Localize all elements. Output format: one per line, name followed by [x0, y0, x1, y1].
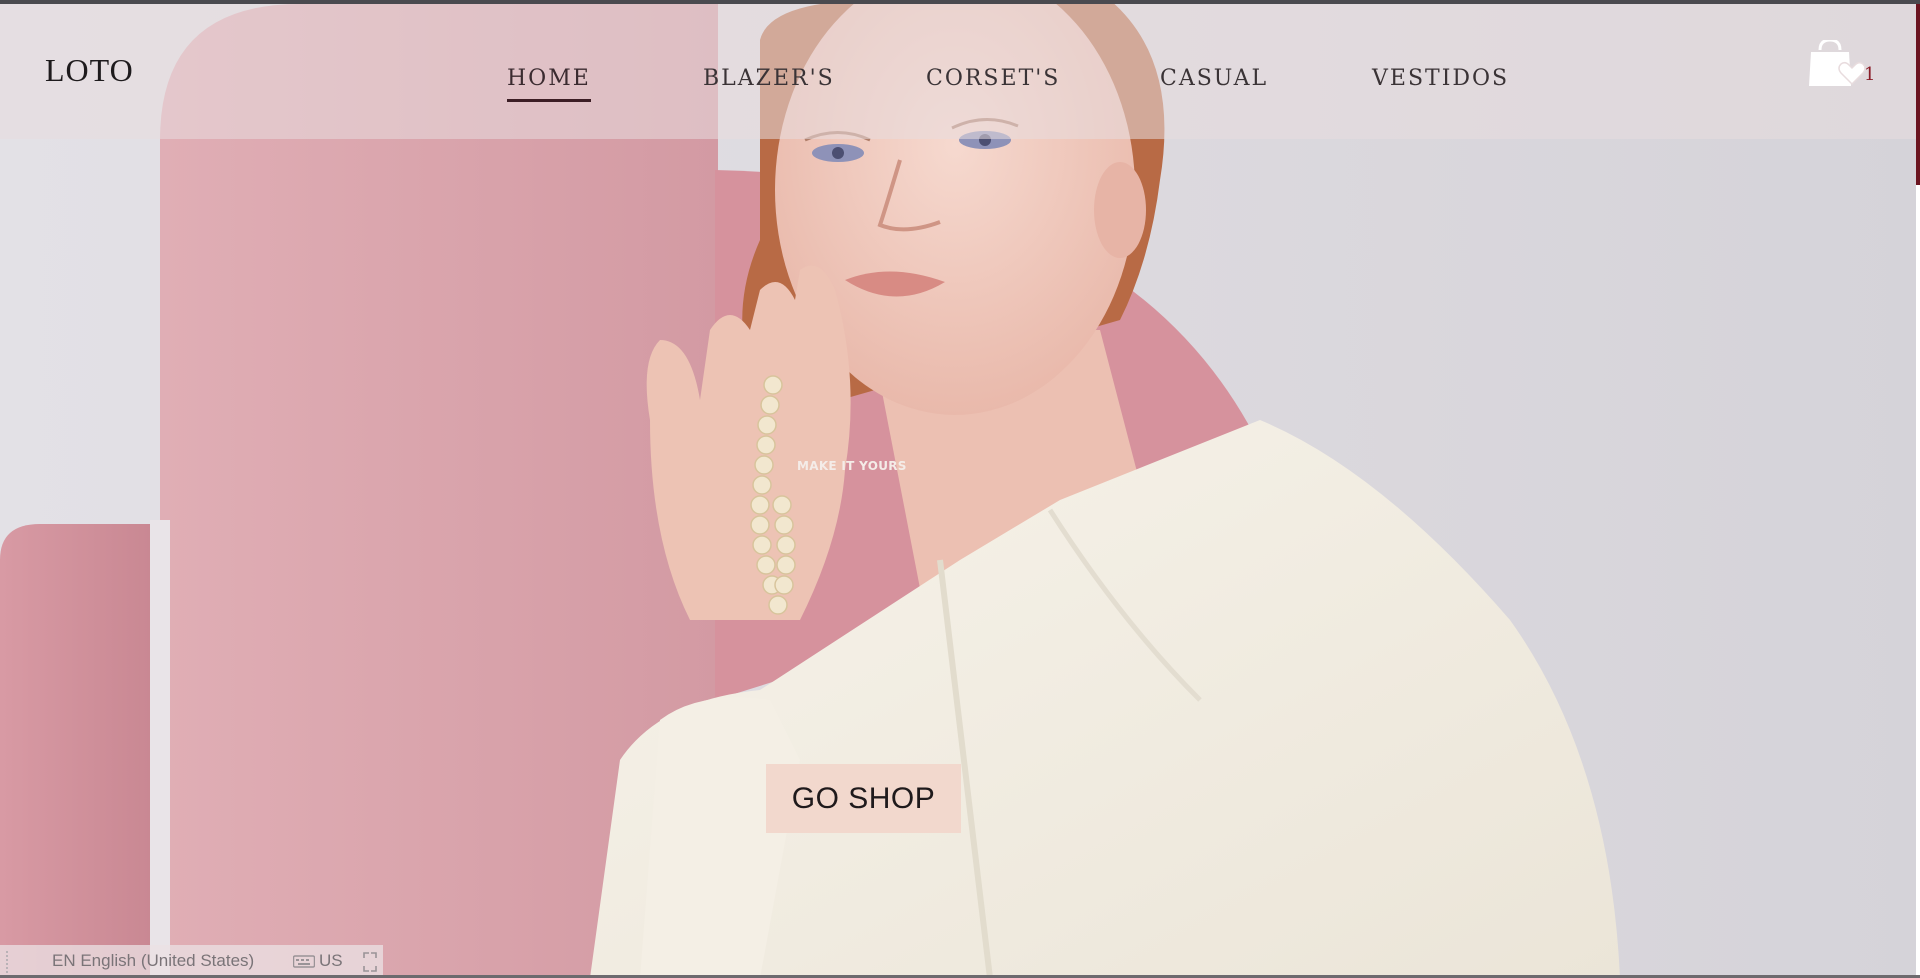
- hero-tagline: MAKE IT YOURS: [797, 459, 907, 473]
- nav-item-label: BLAZER'S: [703, 66, 835, 91]
- nav-item-label: CORSET'S: [926, 66, 1061, 91]
- drag-handle[interactable]: [6, 951, 11, 973]
- page: LOTO HOME BLAZER'S CORSET'S CASUAL VESTI…: [0, 0, 1920, 978]
- site-logo[interactable]: LOTO: [45, 52, 134, 89]
- keyboard-layout-label[interactable]: US: [319, 951, 343, 971]
- cart-count-badge: 1: [1864, 64, 1876, 85]
- cart-button[interactable]: [1808, 38, 1868, 92]
- window-top-border: [0, 0, 1920, 4]
- right-edge-strip: [1916, 185, 1920, 978]
- go-shop-button[interactable]: GO SHOP: [766, 764, 961, 833]
- keyboard-icon: [293, 955, 315, 968]
- language-label[interactable]: EN English (United States): [52, 951, 254, 971]
- language-bar[interactable]: EN English (United States) US: [0, 945, 383, 978]
- shopping-bag-heart-icon: [1809, 38, 1866, 86]
- nav-item-vestidos[interactable]: VESTIDOS: [1372, 66, 1509, 91]
- active-nav-underline: [507, 99, 591, 102]
- nav-item-label: HOME: [507, 66, 591, 91]
- site-header: LOTO HOME BLAZER'S CORSET'S CASUAL VESTI…: [0, 4, 1920, 139]
- nav-item-label: VESTIDOS: [1372, 66, 1510, 91]
- nav-item-casual[interactable]: CASUAL: [1160, 66, 1268, 91]
- nav-item-label: CASUAL: [1160, 66, 1269, 91]
- expand-icon[interactable]: [362, 951, 378, 973]
- nav-item-corsets[interactable]: CORSET'S: [926, 66, 1060, 91]
- right-edge-accent: [1916, 0, 1920, 185]
- nav-item-home[interactable]: HOME: [507, 66, 591, 102]
- nav-item-blazers[interactable]: BLAZER'S: [703, 66, 835, 91]
